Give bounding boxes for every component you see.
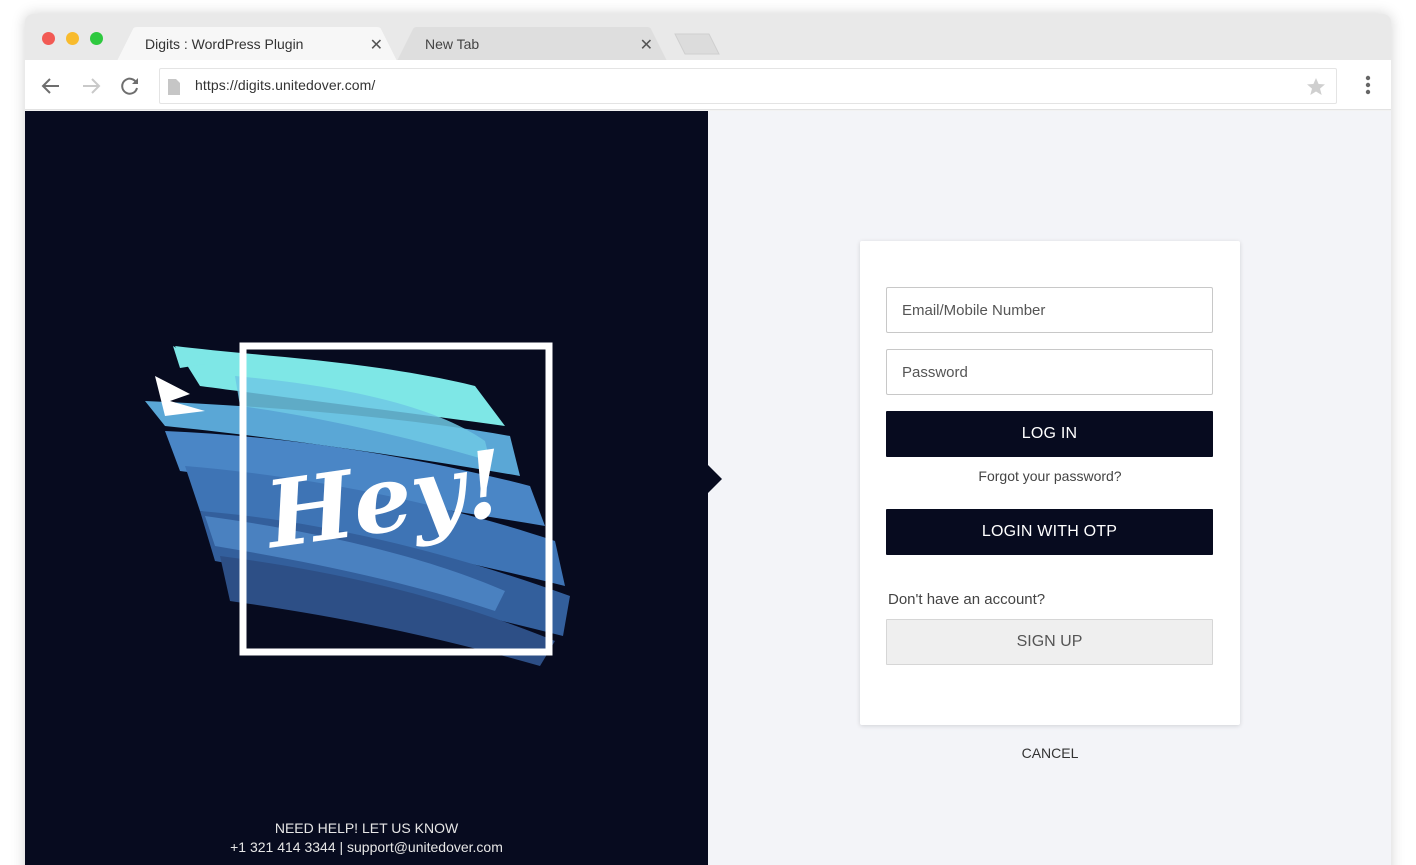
panel-pointer <box>708 465 722 493</box>
tab-strip: Digits : WordPress Plugin ✕ New Tab ✕ <box>25 14 1391 61</box>
close-icon[interactable]: ✕ <box>640 35 653 55</box>
forgot-password-link[interactable]: Forgot your password? <box>860 468 1240 484</box>
close-window-button[interactable] <box>42 32 55 45</box>
browser-window: Digits : WordPress Plugin ✕ New Tab ✕ ht… <box>25 14 1391 865</box>
browser-toolbar: https://digits.unitedover.com/ <box>25 60 1391 110</box>
brand-panel: Hey! NEED HELP! LET US KNOW +1 321 414 3… <box>25 111 708 865</box>
cancel-link[interactable]: CANCEL <box>860 745 1240 761</box>
login-otp-button[interactable]: LOGIN WITH OTP <box>886 509 1213 555</box>
maximize-window-button[interactable] <box>90 32 103 45</box>
url-text[interactable]: https://digits.unitedover.com/ <box>195 77 375 93</box>
login-panel: LOG IN Forgot your password? LOGIN WITH … <box>708 111 1391 865</box>
email-field[interactable] <box>886 287 1213 333</box>
back-arrow-icon[interactable] <box>39 74 63 98</box>
reload-icon[interactable] <box>118 74 142 98</box>
page-icon <box>168 79 180 95</box>
password-field[interactable] <box>886 349 1213 395</box>
login-card: LOG IN Forgot your password? LOGIN WITH … <box>860 241 1240 725</box>
help-heading: NEED HELP! LET US KNOW <box>274 820 459 836</box>
menu-dots-icon[interactable] <box>1365 75 1371 95</box>
close-icon[interactable]: ✕ <box>370 35 383 55</box>
address-bar[interactable]: https://digits.unitedover.com/ <box>159 68 1337 104</box>
help-contact[interactable]: +1 321 414 3344 | support@unitedover.com <box>25 838 708 857</box>
tab-digits[interactable]: Digits : WordPress Plugin ✕ <box>117 27 397 61</box>
minimize-window-button[interactable] <box>66 32 79 45</box>
signup-button[interactable]: SIGN UP <box>886 619 1213 665</box>
forward-arrow-icon[interactable] <box>79 74 103 98</box>
tab-title: Digits : WordPress Plugin <box>145 36 304 52</box>
star-icon[interactable] <box>1306 77 1326 97</box>
page-viewport: Hey! NEED HELP! LET US KNOW +1 321 414 3… <box>25 111 1391 865</box>
new-tab-button[interactable] <box>673 32 721 56</box>
login-button[interactable]: LOG IN <box>886 411 1213 457</box>
tab-new-tab[interactable]: New Tab ✕ <box>397 27 667 61</box>
no-account-text: Don't have an account? <box>888 591 1046 608</box>
help-footer: NEED HELP! LET US KNOW +1 321 414 3344 |… <box>25 819 708 857</box>
hey-brush-illustration: Hey! <box>145 342 570 666</box>
tab-title: New Tab <box>425 36 480 52</box>
